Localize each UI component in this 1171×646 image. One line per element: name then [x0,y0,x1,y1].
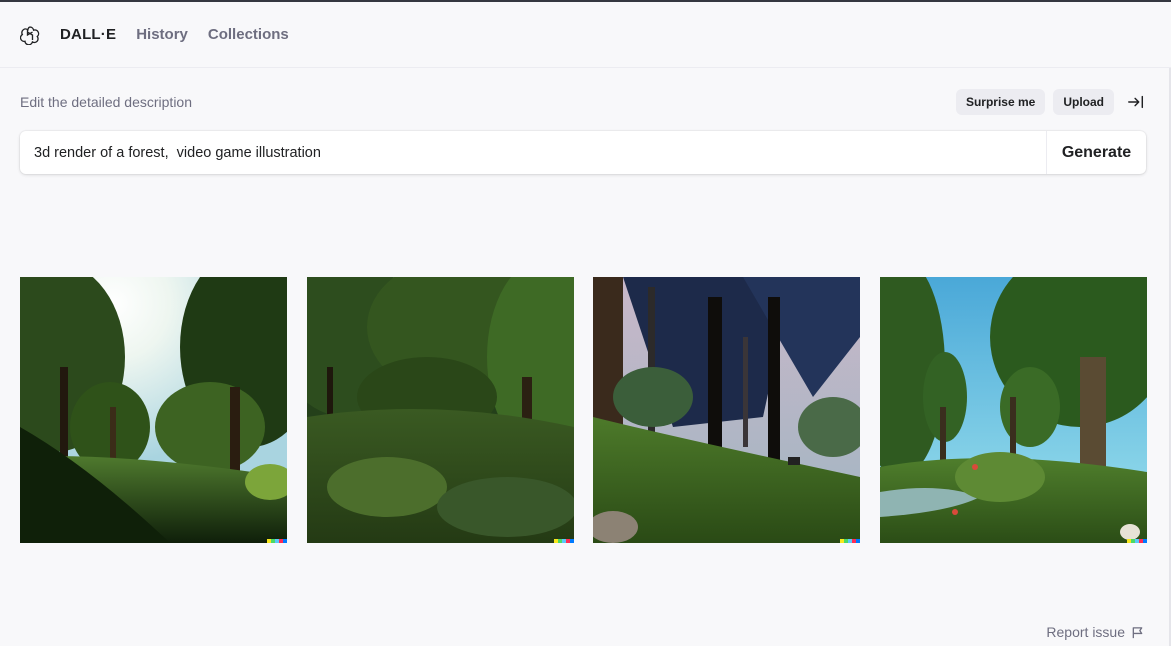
description-label: Edit the detailed description [20,94,192,110]
dalle-signature [1127,539,1147,543]
dalle-signature [554,539,574,543]
result-image-4[interactable] [880,277,1147,543]
top-nav: DALL·E History Collections [0,2,1171,68]
flag-icon [1131,626,1144,639]
prompt-input[interactable] [20,131,1046,174]
nav-brand[interactable]: DALL·E [60,26,116,43]
report-issue-link[interactable]: Report issue [1046,624,1144,640]
dalle-signature [267,539,287,543]
report-issue-label: Report issue [1046,624,1125,640]
description-row: Edit the detailed description Surprise m… [20,88,1146,116]
prompt-box: Generate [20,131,1146,174]
dalle-signature [840,539,860,543]
collapse-panel-icon[interactable] [1126,92,1146,112]
surprise-me-button[interactable]: Surprise me [955,89,1046,115]
generate-button[interactable]: Generate [1046,131,1146,174]
nav-link-history[interactable]: History [136,26,188,43]
result-image-2[interactable] [307,277,574,543]
result-image-3[interactable] [593,277,860,543]
result-image-1[interactable] [20,277,287,543]
results-grid [20,277,1147,543]
upload-button[interactable]: Upload [1053,89,1114,115]
openai-logo-icon[interactable] [20,25,40,45]
description-actions: Surprise me Upload [948,89,1146,115]
nav-link-collections[interactable]: Collections [208,26,289,43]
